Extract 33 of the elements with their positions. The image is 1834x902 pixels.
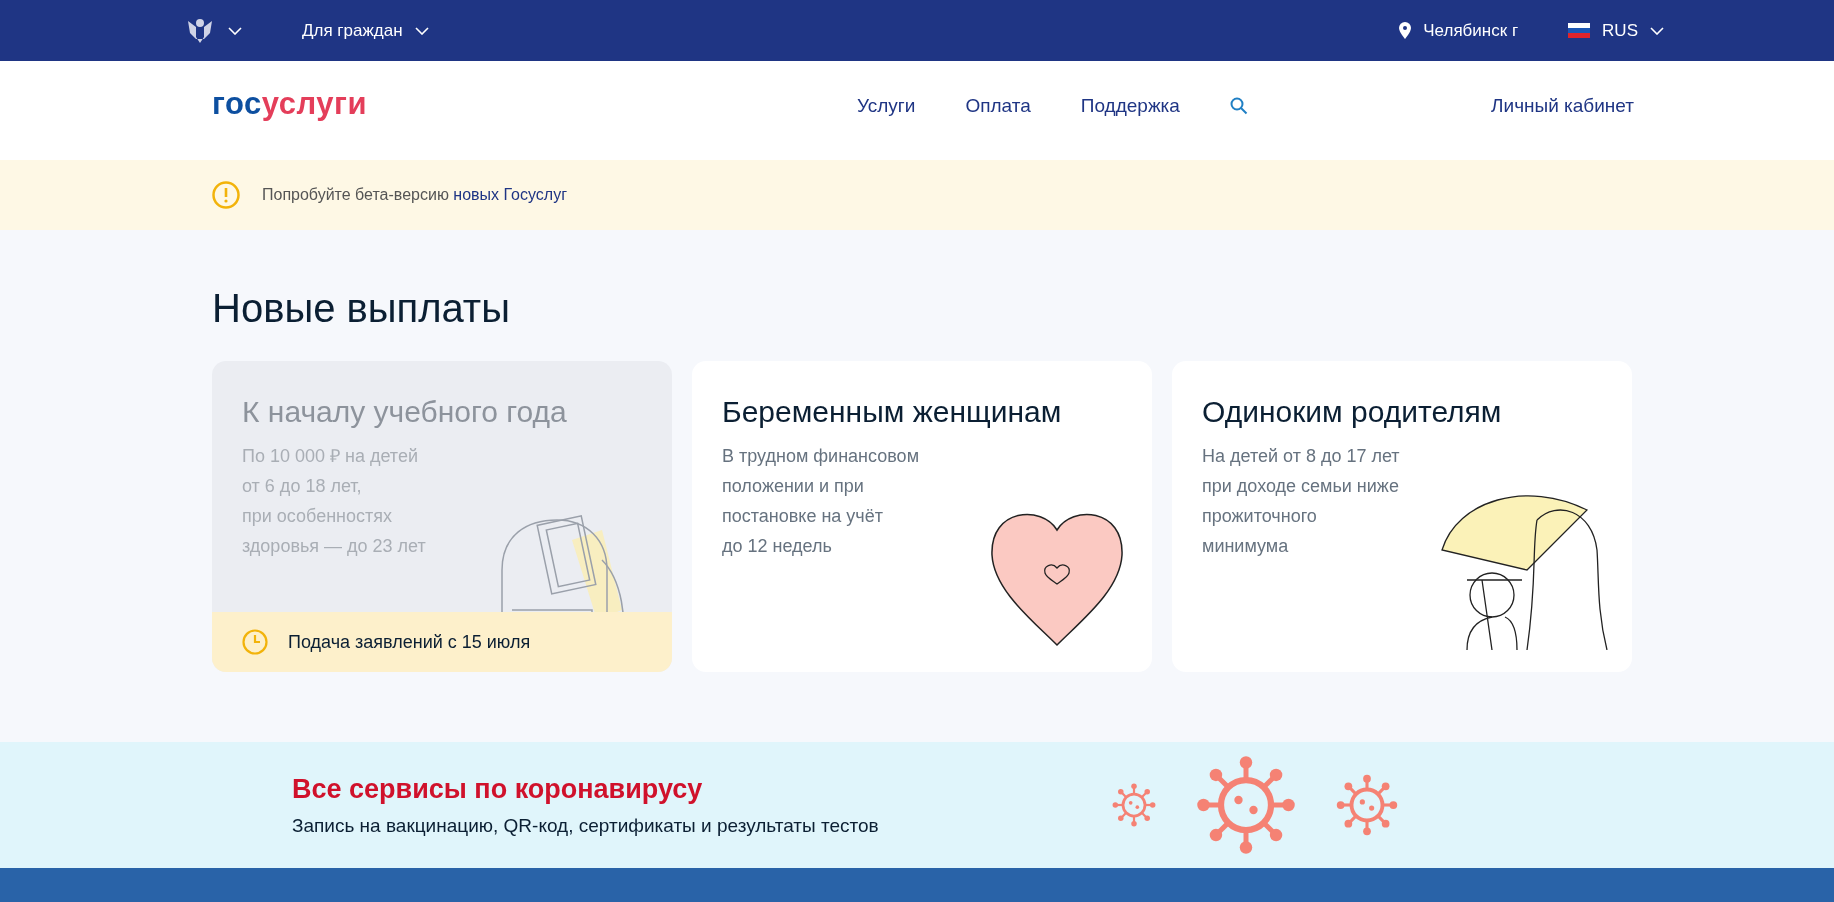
flag-icon — [1568, 23, 1591, 38]
card-title: Беременным женщинам — [722, 395, 1063, 429]
nav-link[interactable]: Оплата — [965, 94, 1031, 117]
payment-card[interactable]: Одиноким родителям На детей от 8 до 17 лет при доходе семьи ниже прожиточного минимума — [1172, 361, 1632, 672]
chevron-icon — [228, 26, 242, 35]
virus-icon — [1112, 783, 1156, 827]
clock-icon — [242, 629, 268, 655]
audience-menu[interactable]: Для граждан — [302, 20, 429, 41]
nav-link[interactable]: Поддержка — [1080, 94, 1180, 117]
nav-link[interactable]: Услуги — [857, 94, 916, 117]
search-icon[interactable] — [1229, 96, 1248, 115]
warning-icon — [212, 181, 240, 209]
payment-card[interactable]: Беременным женщинам В трудном финансовом положении и при постановке на учёт до 12 недель — [692, 361, 1152, 672]
location-pin-icon — [1399, 22, 1412, 39]
card-description: На детей от 8 до 17 лет при доходе семьи ниже прожиточного минимума — [1202, 445, 1401, 558]
covid-subtitle: Запись на вакцинацию, QR-код, сертификаты и результаты тестов — [292, 814, 880, 837]
virus-icon — [1196, 755, 1296, 855]
chevron-icon — [414, 26, 429, 35]
covid-title[interactable]: Все сервисы по коронавирусу — [292, 773, 1112, 805]
account-link[interactable]: Личный кабинет — [1491, 94, 1634, 117]
card-description: В трудном финансовом положении и при постановке на учёт до 12 недель — [722, 445, 920, 558]
beta-link[interactable]: новых Госуслуг — [453, 186, 567, 203]
logo[interactable]: госуслуги — [212, 85, 367, 122]
section-title: Новые выплаты — [212, 286, 511, 331]
virus-icon — [1336, 774, 1398, 836]
notice-text: Подача заявлений с 15 июля — [288, 631, 531, 653]
chevron-icon — [1650, 26, 1664, 35]
language-menu[interactable]: RUS — [1602, 20, 1664, 41]
beta-message: Попробуйте бета-версию новых Госуслуг — [262, 186, 567, 204]
card-title: К началу учебного года — [242, 395, 568, 429]
card-title: Одиноким родителям — [1202, 395, 1503, 429]
card-description: По 10 000 ₽ на детей от 6 до 18 лет, при особенностях здоровья — до 23 лет — [242, 445, 427, 558]
location-text[interactable]: Челябинск г — [1423, 20, 1519, 41]
